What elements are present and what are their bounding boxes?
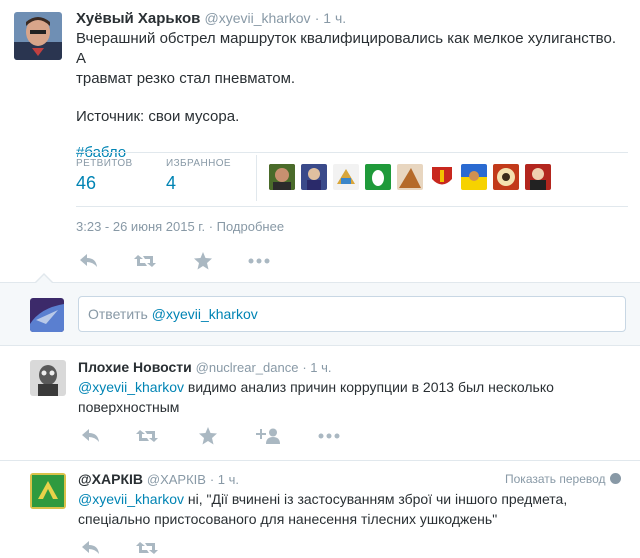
reply-icon [82, 541, 99, 554]
more-icon [318, 433, 340, 439]
retweet-icon [136, 542, 158, 554]
retweets-count: 46 [76, 173, 97, 193]
reply2-author-handle[interactable]: @ХАРКІВ [147, 472, 206, 487]
current-user-avatar[interactable] [30, 298, 64, 332]
reply2-reply-action[interactable] [78, 538, 104, 558]
reply2-retweet-action[interactable] [134, 538, 160, 558]
reply1-follow-action[interactable] [255, 426, 281, 446]
reply-placeholder-handle: @xyevii_kharkov [151, 306, 258, 322]
reply1-text-line2: поверхностным [78, 399, 180, 415]
stats-top-divider [76, 152, 628, 153]
translate-label: Показать перевод [505, 472, 606, 486]
more-icon [248, 258, 270, 264]
reply2-author-name[interactable]: @ХАРКІВ [78, 471, 143, 487]
reply1-mention[interactable]: @xyevii_kharkov [78, 379, 184, 395]
favoriter-avatar[interactable] [461, 164, 487, 190]
reply-icon [80, 254, 97, 267]
favoriter-avatar[interactable] [493, 164, 519, 190]
reply2-header: @ХАРКІВ @ХАРКІВ · 1 ч. [78, 471, 239, 487]
reply-input[interactable]: Ответить @xyevii_kharkov [78, 296, 626, 332]
main-tweet-text-line2: травмат резко стал пневматом. [76, 70, 296, 87]
reply2-text: @xyevii_kharkov ні, "Дії вчинені із заст… [78, 489, 628, 529]
retweet-action[interactable] [132, 251, 158, 271]
main-author-avatar[interactable] [14, 12, 62, 60]
reply1-author-avatar[interactable] [30, 360, 66, 396]
retweet-icon [134, 255, 156, 267]
retweet-icon [136, 430, 158, 442]
main-tweet-text-line3: Источник: свои мусора. [76, 108, 240, 125]
main-tweet-header: Хуёвый Харьков @xyevii_kharkov · 1 ч. [76, 10, 346, 27]
translate-link[interactable]: Показать перевод [505, 472, 621, 486]
favoriter-avatar[interactable] [397, 164, 423, 190]
reply2-text-line1: ні, "Дії вчинені із застосуванням зброї … [184, 491, 568, 507]
main-tweet-text: Вчерашний обстрел маршруток квалифициров… [76, 29, 626, 163]
main-tweet-time[interactable]: · 1 ч. [315, 10, 346, 26]
reply1-header: Плохие Новости @nuclrear_dance · 1 ч. [78, 359, 332, 375]
reply1-more-action[interactable] [316, 426, 342, 446]
reply-bottom-divider [0, 345, 640, 346]
reply1-author-handle[interactable]: @nuclrear_dance [196, 360, 299, 375]
star-icon [199, 427, 217, 445]
reply-icon [82, 429, 99, 442]
reply2-mention[interactable]: @xyevii_kharkov [78, 491, 184, 507]
reply2-text-line2: спеціально пристосованого для нанесення … [78, 511, 498, 527]
stats-bottom-divider [76, 206, 628, 207]
stats-separator [256, 155, 257, 201]
favoriter-avatar[interactable] [333, 164, 359, 190]
retweets-label: РЕТВИТОВ [76, 158, 133, 169]
reply1-divider [0, 460, 640, 461]
favoriter-avatar[interactable] [525, 164, 551, 190]
main-author-handle[interactable]: @xyevii_kharkov [205, 10, 311, 26]
globe-icon [609, 473, 621, 484]
add-user-icon [256, 428, 280, 444]
reply1-time[interactable]: · 1 ч. [302, 360, 331, 375]
reply2-author-avatar[interactable] [30, 473, 66, 509]
favorites-stat[interactable]: ИЗБРАННОЕ 4 [166, 158, 231, 194]
reply-action[interactable] [76, 251, 102, 271]
reply-placeholder-prefix: Ответить [88, 306, 152, 322]
star-icon [194, 252, 212, 270]
reply2-time[interactable]: · 1 ч. [210, 472, 239, 487]
reply1-favorite-action[interactable] [195, 426, 221, 446]
tweet-timestamp-row: 3:23 - 26 июня 2015 г. · Подробнее [76, 219, 284, 234]
reply-top-divider [0, 282, 640, 283]
retweets-stat[interactable]: РЕТВИТОВ 46 [76, 158, 133, 194]
more-action[interactable] [246, 251, 272, 271]
main-author-name[interactable]: Хуёвый Харьков [76, 10, 200, 27]
reply1-text-line1: видимо анализ причин коррупции в 2013 бы… [184, 379, 554, 395]
favorites-label: ИЗБРАННОЕ [166, 158, 231, 169]
reply1-author-name[interactable]: Плохие Новости [78, 359, 192, 375]
favorites-count: 4 [166, 173, 177, 193]
details-link[interactable]: · Подробнее [209, 219, 284, 234]
reply-caret-inner [35, 275, 53, 284]
reply1-text: @xyevii_kharkov видимо анализ причин кор… [78, 377, 618, 417]
favoriter-avatar[interactable] [429, 164, 455, 190]
hashtag-link[interactable]: #бабло [76, 143, 626, 163]
favoriter-avatar[interactable] [301, 164, 327, 190]
favoriter-avatar[interactable] [269, 164, 295, 190]
tweet-timestamp[interactable]: 3:23 - 26 июня 2015 г. [76, 219, 205, 234]
reply1-retweet-action[interactable] [134, 426, 160, 446]
favorite-action[interactable] [190, 251, 216, 271]
reply1-reply-action[interactable] [78, 426, 104, 446]
favoriter-avatar[interactable] [365, 164, 391, 190]
main-tweet-text-line1: Вчерашний обстрел маршруток квалифициров… [76, 30, 616, 67]
